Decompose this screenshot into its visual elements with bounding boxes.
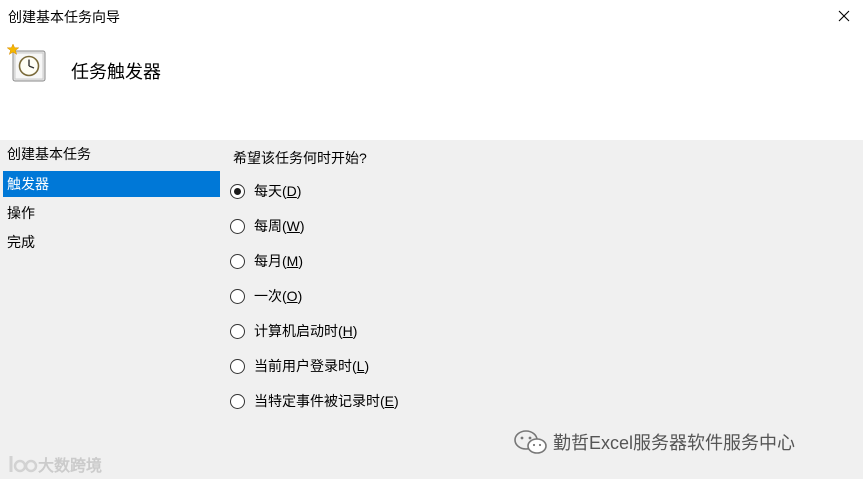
- radio-at-startup[interactable]: [230, 323, 245, 339]
- option-label: 每周(W): [254, 218, 305, 234]
- wizard-header: 任务触发器: [0, 32, 863, 140]
- nav-item-finish[interactable]: 完成: [3, 229, 220, 255]
- option-once[interactable]: 一次(O): [230, 286, 302, 306]
- window-title: 创建基本任务向导: [8, 9, 120, 25]
- option-daily[interactable]: 每天(D): [230, 181, 301, 201]
- nav-item-trigger[interactable]: 触发器: [3, 171, 220, 197]
- option-at-logon[interactable]: 当前用户登录时(L): [230, 356, 369, 376]
- option-label: 每月(M): [254, 253, 304, 269]
- wizard-steps-nav: 创建基本任务 触发器 操作 完成: [0, 141, 222, 479]
- radio-once[interactable]: [230, 288, 245, 304]
- radio-daily[interactable]: [230, 183, 245, 199]
- option-weekly[interactable]: 每周(W): [230, 216, 305, 236]
- question-label: 希望该任务何时开始?: [233, 150, 367, 166]
- watermark-right: 勤哲Excel服务器软件服务中心: [513, 428, 795, 456]
- watermark-right-text: 勤哲Excel服务器软件服务中心: [553, 433, 796, 453]
- page-heading: 任务触发器: [71, 62, 161, 82]
- option-label: 当前用户登录时(L): [254, 358, 370, 374]
- radio-weekly[interactable]: [230, 218, 245, 234]
- radio-at-logon[interactable]: [230, 358, 245, 374]
- close-icon: [838, 10, 850, 22]
- watermark-left-text: 大数跨境: [38, 458, 103, 475]
- option-monthly[interactable]: 每月(M): [230, 251, 303, 271]
- option-label: 计算机启动时(H): [254, 323, 358, 339]
- option-label: 一次(O): [254, 288, 303, 304]
- brand-logo-icon: [9, 456, 38, 473]
- nav-item-create-basic-task[interactable]: 创建基本任务: [3, 141, 220, 167]
- option-label: 每天(D): [254, 183, 302, 199]
- option-label: 当特定事件被记录时(E): [254, 393, 399, 409]
- radio-monthly[interactable]: [230, 253, 245, 269]
- option-at-startup[interactable]: 计算机启动时(H): [230, 321, 357, 341]
- close-button[interactable]: [829, 2, 859, 30]
- wechat-icon: [514, 430, 547, 454]
- option-on-event[interactable]: 当特定事件被记录时(E): [230, 391, 399, 411]
- radio-on-event[interactable]: [230, 393, 245, 409]
- watermark-left: 大数跨境: [8, 452, 102, 476]
- nav-item-action[interactable]: 操作: [3, 200, 220, 226]
- task-clock-icon: [6, 43, 46, 82]
- title-bar: 创建基本任务向导: [0, 0, 863, 32]
